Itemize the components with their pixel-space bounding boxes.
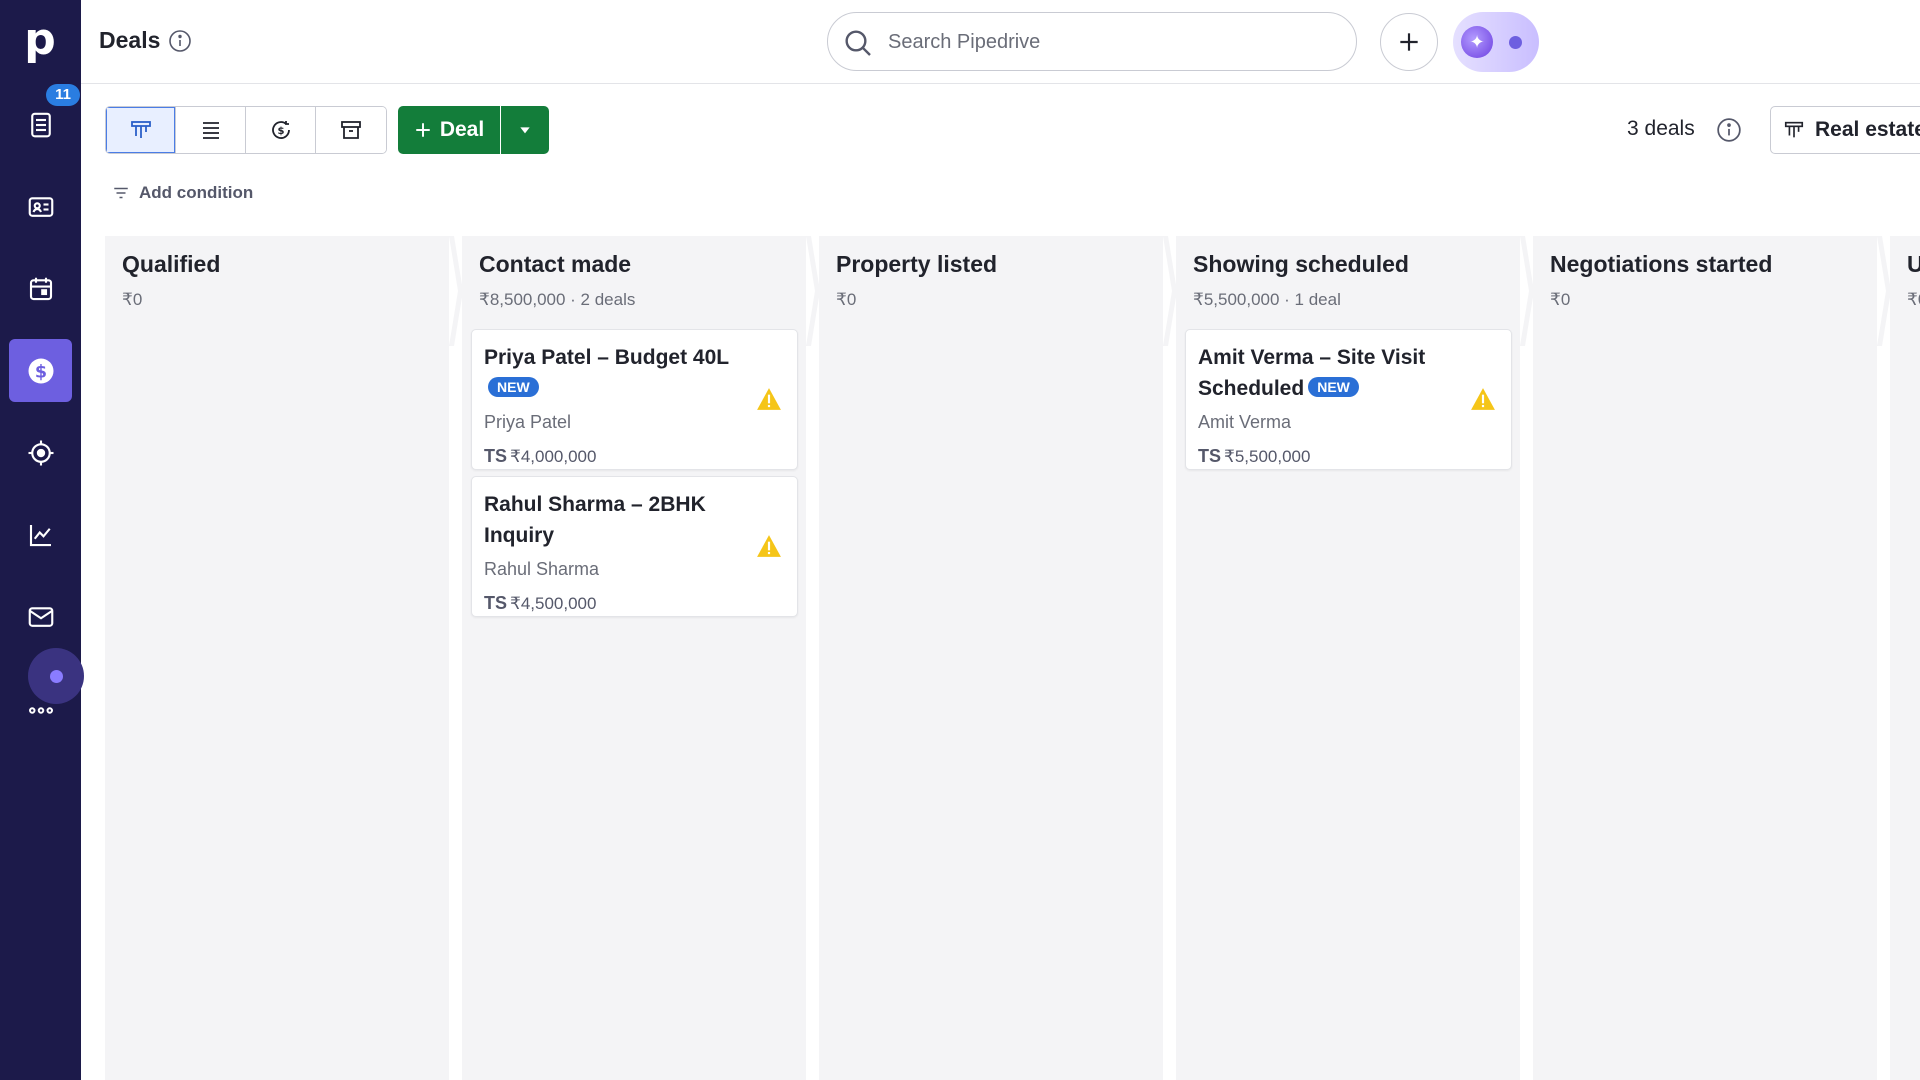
status-dot bbox=[1509, 36, 1522, 49]
deal-title: Amit Verma – Site Visit Scheduled NEW bbox=[1198, 342, 1468, 404]
caret-down-icon bbox=[520, 127, 530, 134]
pipeline-view-icon bbox=[130, 121, 151, 138]
stage-column[interactable]: Property listed ₹0 bbox=[819, 236, 1163, 1080]
forecast-view-icon: $ bbox=[271, 121, 290, 139]
owner-initials: TS bbox=[484, 446, 508, 466]
add-condition-button[interactable]: Add condition bbox=[112, 183, 253, 203]
deal-title-text: Priya Patel – Budget 40L bbox=[484, 346, 730, 369]
sidebar-item-insights[interactable] bbox=[9, 503, 72, 566]
filter-label: Add condition bbox=[139, 183, 254, 202]
stage-summary: ₹0 bbox=[1550, 290, 1571, 309]
new-badge: NEW bbox=[488, 377, 539, 398]
sidebar-item-mail[interactable] bbox=[9, 585, 72, 648]
owner-initials: TS bbox=[484, 593, 508, 613]
stage-title: Negotiations started bbox=[1550, 251, 1773, 277]
sidebar-item-deals[interactable]: $ bbox=[9, 339, 72, 402]
deal-count: 3 deals bbox=[1627, 117, 1695, 140]
archive-view-button[interactable] bbox=[316, 107, 386, 153]
deal-value-row: TS ₹4,500,000 bbox=[484, 593, 596, 614]
add-deal-label: Deal bbox=[439, 118, 485, 141]
activities-icon bbox=[30, 112, 51, 137]
forecast-view-button[interactable]: $ bbox=[246, 107, 316, 153]
deal-value-row: TS ₹4,000,000 bbox=[484, 446, 596, 467]
warning-icon[interactable] bbox=[756, 387, 782, 411]
page-title: Deals bbox=[99, 27, 161, 53]
stage-title: Showing scheduled bbox=[1193, 251, 1409, 277]
contacts-icon bbox=[28, 196, 53, 217]
leads-target-icon bbox=[28, 440, 53, 465]
stage-column[interactable]: Showing scheduled ₹5,500,000 · 1 deal Am… bbox=[1176, 236, 1520, 1080]
search-icon bbox=[845, 30, 871, 56]
stage-title: Qualified bbox=[122, 251, 221, 277]
view-switcher: $ bbox=[105, 106, 387, 154]
plus-icon bbox=[416, 123, 430, 137]
pipedrive-logo[interactable]: p bbox=[22, 18, 58, 62]
deal-card[interactable]: Amit Verma – Site Visit Scheduled NEW Ami… bbox=[1185, 329, 1512, 470]
sidebar-item-more[interactable] bbox=[9, 671, 72, 734]
calendar-icon bbox=[29, 277, 52, 300]
stage-summary: ₹0 bbox=[122, 290, 143, 309]
new-badge: NEW bbox=[1308, 377, 1359, 398]
add-deal-button[interactable]: Deal bbox=[398, 106, 500, 154]
info-icon[interactable] bbox=[168, 29, 192, 53]
deal-contact: Priya Patel bbox=[484, 412, 572, 432]
deal-value: ₹5,500,000 bbox=[1224, 447, 1311, 466]
deal-contact: Rahul Sharma bbox=[484, 559, 600, 579]
stage-summary: ₹0 bbox=[1907, 290, 1920, 309]
pipeline-name: Real estate bbox=[1815, 118, 1920, 141]
top-bar: Deals ✦ bbox=[81, 0, 1920, 84]
stage-column[interactable]: Qualified ₹0 bbox=[105, 236, 449, 1080]
deal-value-row: TS ₹5,500,000 bbox=[1198, 446, 1310, 467]
archive-icon bbox=[341, 121, 361, 139]
svg-text:$: $ bbox=[34, 362, 46, 382]
activities-count-badge: 11 bbox=[46, 84, 80, 106]
add-deal-dropdown[interactable] bbox=[501, 106, 549, 154]
stage-column[interactable]: Contact made ₹8,500,000 · 2 deals Priya … bbox=[462, 236, 806, 1080]
deal-value: ₹4,500,000 bbox=[510, 594, 597, 613]
stage-column[interactable]: U ₹0 bbox=[1890, 236, 1920, 1080]
stage-summary: ₹8,500,000 · 2 deals bbox=[479, 290, 636, 309]
warning-icon[interactable] bbox=[1470, 387, 1496, 411]
ai-assistant-button[interactable]: ✦ bbox=[1453, 12, 1539, 72]
deals-icon: $ bbox=[28, 358, 53, 383]
deal-title: Priya Patel – Budget 40L NEW bbox=[484, 342, 754, 404]
warning-icon[interactable] bbox=[756, 534, 782, 558]
sidebar-item-calendar[interactable] bbox=[9, 257, 72, 320]
sidebar: p 11 $ bbox=[0, 0, 84, 1080]
search-input[interactable] bbox=[888, 23, 1328, 61]
stage-column[interactable]: Negotiations started ₹0 bbox=[1533, 236, 1877, 1080]
list-view-icon bbox=[202, 122, 219, 139]
pipeline-icon bbox=[1784, 121, 1804, 138]
pipeline-selector[interactable]: Real estate bbox=[1770, 106, 1920, 154]
deal-card[interactable]: Rahul Sharma – 2BHK Inquiry Rahul Sharma… bbox=[471, 476, 798, 617]
sparkle-icon: ✦ bbox=[1461, 26, 1493, 58]
deal-contact: Amit Verma bbox=[1198, 412, 1292, 432]
stage-summary: ₹5,500,000 · 1 deal bbox=[1193, 290, 1341, 309]
quick-add-button[interactable] bbox=[1380, 13, 1438, 71]
info-icon[interactable] bbox=[1716, 117, 1742, 143]
search-bar[interactable] bbox=[827, 12, 1357, 71]
svg-text:$: $ bbox=[277, 126, 284, 137]
pipeline-view-button[interactable] bbox=[106, 107, 176, 153]
deal-value: ₹4,000,000 bbox=[510, 447, 597, 466]
stage-title: Contact made bbox=[479, 251, 632, 277]
insights-chart-icon bbox=[29, 524, 51, 546]
stage-title: Property listed bbox=[836, 251, 998, 277]
filter-icon bbox=[114, 187, 128, 199]
deal-card[interactable]: Priya Patel – Budget 40L NEW Priya Patel … bbox=[471, 329, 798, 470]
deal-title: Rahul Sharma – 2BHK Inquiry bbox=[484, 493, 706, 547]
sidebar-item-contacts[interactable] bbox=[9, 175, 72, 238]
sidebar-item-leads[interactable] bbox=[9, 421, 72, 484]
owner-initials: TS bbox=[1198, 446, 1222, 466]
stage-summary: ₹0 bbox=[836, 290, 857, 309]
stage-title: U bbox=[1907, 251, 1920, 277]
more-icon bbox=[28, 706, 53, 714]
plus-icon bbox=[1400, 33, 1418, 51]
mail-icon bbox=[28, 606, 53, 627]
list-view-button[interactable] bbox=[176, 107, 246, 153]
